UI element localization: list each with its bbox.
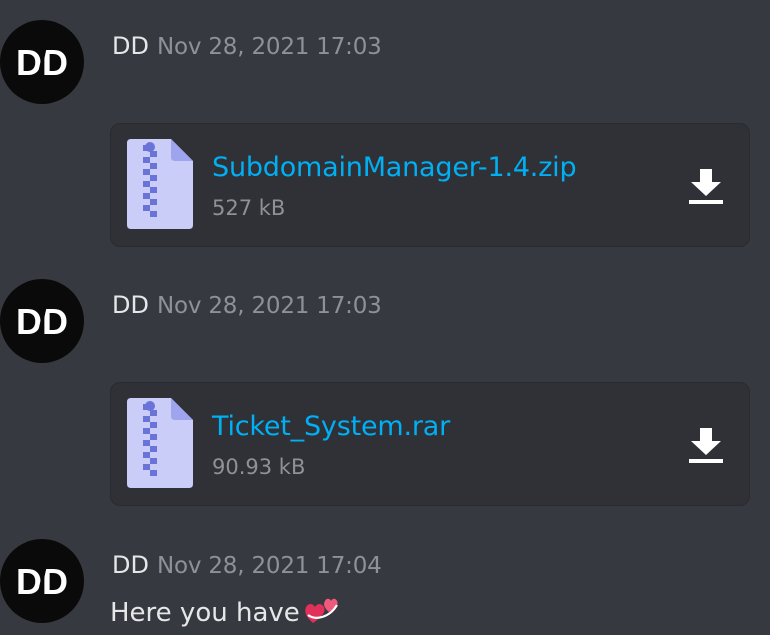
file-size: 527 kB — [212, 196, 286, 220]
message-header: DD Nov 28, 2021 17:04 — [112, 551, 382, 579]
avatar[interactable]: DD — [0, 539, 84, 623]
download-button[interactable] — [685, 425, 727, 467]
revolving-hearts-emoji[interactable] — [304, 595, 340, 632]
message-text: Here you have — [110, 598, 300, 628]
download-icon — [689, 428, 723, 463]
message-header: DD Nov 28, 2021 17:03 — [112, 291, 382, 319]
username[interactable]: DD — [112, 551, 149, 579]
timestamp: Nov 28, 2021 17:04 — [156, 553, 382, 579]
username[interactable]: DD — [112, 32, 149, 60]
file-name-link[interactable]: SubdomainManager-1.4.zip — [212, 152, 577, 183]
file-attachment: SubdomainManager-1.4.zip 527 kB — [110, 123, 750, 247]
file-name-link[interactable]: Ticket_System.rar — [212, 411, 450, 442]
dd-logo-icon: DD — [16, 301, 68, 341]
download-button[interactable] — [685, 166, 727, 208]
message-header: DD Nov 28, 2021 17:03 — [112, 32, 382, 60]
file-attachment: Ticket_System.rar 90.93 kB — [110, 382, 750, 506]
zip-file-icon — [127, 139, 193, 229]
timestamp: Nov 28, 2021 17:03 — [156, 34, 382, 60]
download-icon — [689, 169, 723, 204]
message-content: Here you have — [110, 595, 340, 632]
dd-logo-icon: DD — [16, 561, 68, 601]
avatar[interactable]: DD — [0, 279, 84, 363]
avatar[interactable]: DD — [0, 20, 84, 104]
dd-logo-icon: DD — [16, 42, 68, 82]
zip-file-icon — [127, 398, 193, 488]
file-size: 90.93 kB — [212, 455, 306, 479]
timestamp: Nov 28, 2021 17:03 — [156, 293, 382, 319]
username[interactable]: DD — [112, 291, 149, 319]
